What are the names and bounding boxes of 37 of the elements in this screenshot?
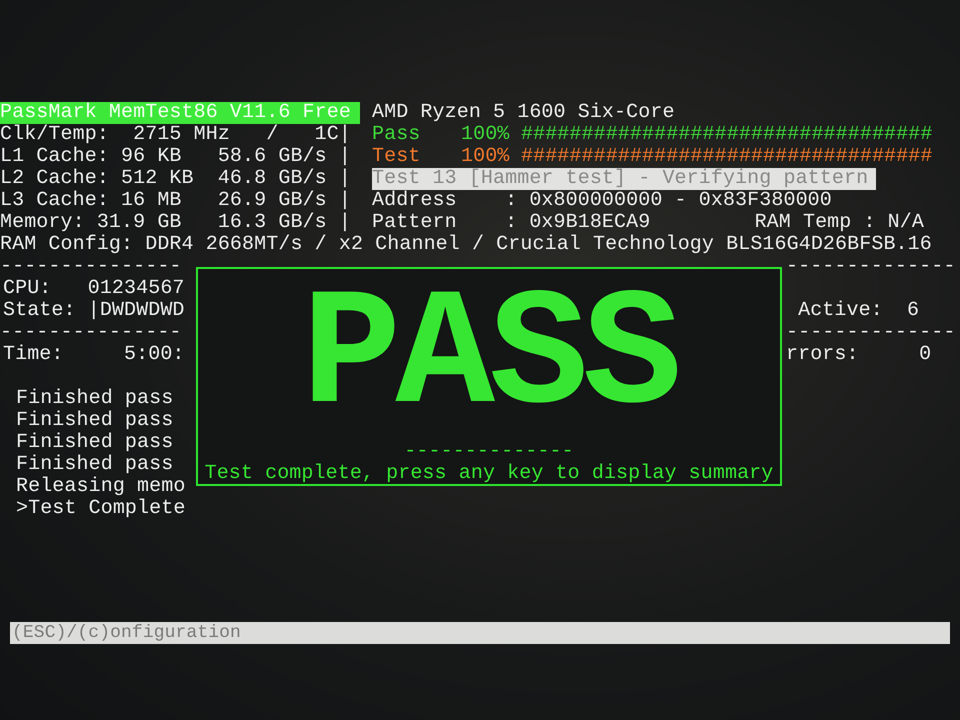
status-line: Time: 5:00:	[2, 344, 186, 366]
cpu-name: AMD Ryzen 5 1600 Six-Core	[372, 102, 676, 124]
dialog-divider: --------------	[404, 441, 574, 463]
divider-line: ---------------	[0, 256, 183, 278]
ram-temp: RAM Temp : N/A	[754, 212, 924, 234]
status-line: Active: 6	[797, 300, 920, 322]
progress-hashes: ##################################	[521, 124, 932, 146]
status-line: rrors: 0	[786, 344, 932, 366]
address-range: Address : 0x800000000 - 0x83F380000	[372, 190, 833, 212]
log-line: Finished pass	[15, 388, 174, 410]
log-line: Finished pass	[15, 454, 174, 476]
system-info-line: Clk/Temp: 2715 MHz / 1C|	[0, 124, 352, 146]
system-info-line: L1 Cache: 96 KB 58.6 GB/s |	[0, 146, 352, 168]
footer-bar: (ESC)/(c)onfiguration	[10, 622, 950, 644]
status-line: State: |DWDWDWD	[2, 300, 186, 322]
divider-line: ---------------	[0, 322, 183, 344]
system-info-line: Memory: 31.9 GB 16.3 GB/s |	[0, 212, 352, 234]
pass-title: PASS	[302, 287, 676, 427]
system-info-line: L2 Cache: 512 KB 46.8 GB/s |	[0, 168, 352, 190]
log-line: >Test Complete	[15, 498, 186, 520]
completion-message: Test complete, press any key to display summary	[204, 463, 774, 485]
progress-label: Pass	[372, 124, 422, 146]
log-line: Finished pass	[15, 432, 174, 454]
progress-hashes: ##################################	[521, 146, 932, 168]
pattern-value: Pattern : 0x9B18ECA9	[372, 212, 650, 234]
divider-line: --------------	[786, 256, 956, 278]
ram-config: RAM Config: DDR4 2668MT/s / x2 Channel / Crucial Technology BLS16G4D26BFSB.16	[0, 234, 933, 256]
system-info-line: L3 Cache: 16 MB 26.9 GB/s |	[0, 190, 352, 212]
progress-label: Test	[372, 146, 422, 168]
progress-percent: 100%	[461, 146, 510, 168]
current-test: Test 13 [Hammer test] - Verifying pattern	[372, 168, 876, 190]
title-bar: PassMark MemTest86 V11.6 Free	[0, 102, 360, 124]
divider-line: --------------	[786, 322, 956, 344]
log-line: Finished pass	[15, 410, 174, 432]
log-line: Releasing memo	[15, 476, 186, 498]
progress-percent: 100%	[461, 124, 510, 146]
status-line: CPU: 01234567	[2, 278, 186, 300]
